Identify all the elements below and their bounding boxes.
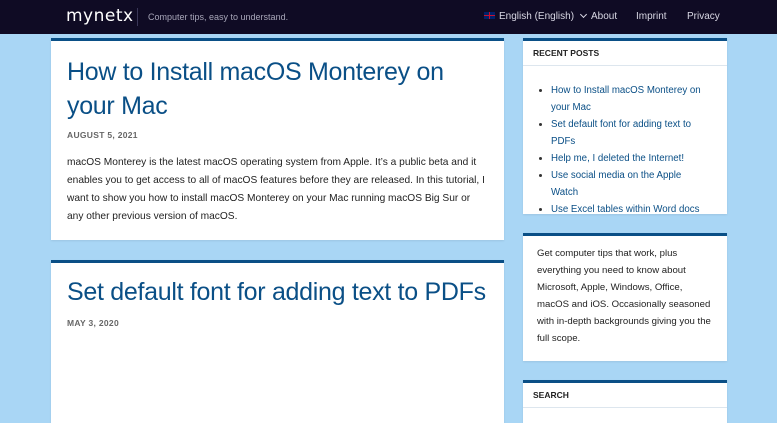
nav-about[interactable]: About — [591, 11, 617, 22]
search-widget: SEARCH — [523, 380, 727, 423]
post-date: August 5, 2021 — [67, 130, 138, 140]
list-item: Use social media on the Apple Watch — [537, 167, 709, 201]
widget-heading: SEARCH — [523, 383, 727, 408]
site-logo[interactable]: mynetx — [66, 6, 134, 26]
about-widget: Get computer tips that work, plus everyt… — [523, 233, 727, 361]
list-item: Use Excel tables within Word docs — [537, 201, 709, 218]
recent-post-link[interactable]: Use Excel tables within Word docs — [551, 204, 699, 215]
chevron-down-icon — [580, 10, 588, 19]
recent-posts-widget: RECENT POSTS How to Install macOS Monter… — [523, 38, 727, 215]
list-item: How to Install macOS Monterey on your Ma… — [537, 82, 709, 116]
language-switcher[interactable]: English (English) — [484, 10, 588, 22]
post-title-link[interactable]: Set default font for adding text to PDFs — [67, 275, 488, 309]
site-tagline: Computer tips, easy to understand. — [137, 8, 288, 26]
post-title-link[interactable]: How to Install macOS Monterey on your Ma… — [67, 55, 488, 123]
recent-post-link[interactable]: Help me, I deleted the Internet! — [551, 153, 684, 164]
uk-flag-icon — [484, 12, 495, 19]
recent-post-link[interactable]: Set default font for adding text to PDFs — [551, 119, 691, 147]
post-card: Set default font for adding text to PDFs… — [51, 260, 504, 423]
recent-post-link[interactable]: How to Install macOS Monterey on your Ma… — [551, 85, 701, 113]
nav-imprint[interactable]: Imprint — [636, 11, 667, 22]
post-excerpt: macOS Monterey is the latest macOS opera… — [67, 157, 485, 222]
recent-posts-list: How to Install macOS Monterey on your Ma… — [537, 82, 709, 218]
nav-privacy[interactable]: Privacy — [687, 11, 720, 22]
recent-post-link[interactable]: Use social media on the Apple Watch — [551, 170, 681, 198]
about-text: Get computer tips that work, plus everyt… — [537, 248, 711, 344]
list-item: Help me, I deleted the Internet! — [537, 150, 709, 167]
list-item: Set default font for adding text to PDFs — [537, 116, 709, 150]
post-card: How to Install macOS Monterey on your Ma… — [51, 38, 504, 240]
language-label: English (English) — [499, 11, 575, 22]
post-date: May 3, 2020 — [67, 318, 119, 328]
widget-heading: RECENT POSTS — [523, 41, 727, 66]
site-header: mynetx Computer tips, easy to understand… — [0, 0, 777, 34]
